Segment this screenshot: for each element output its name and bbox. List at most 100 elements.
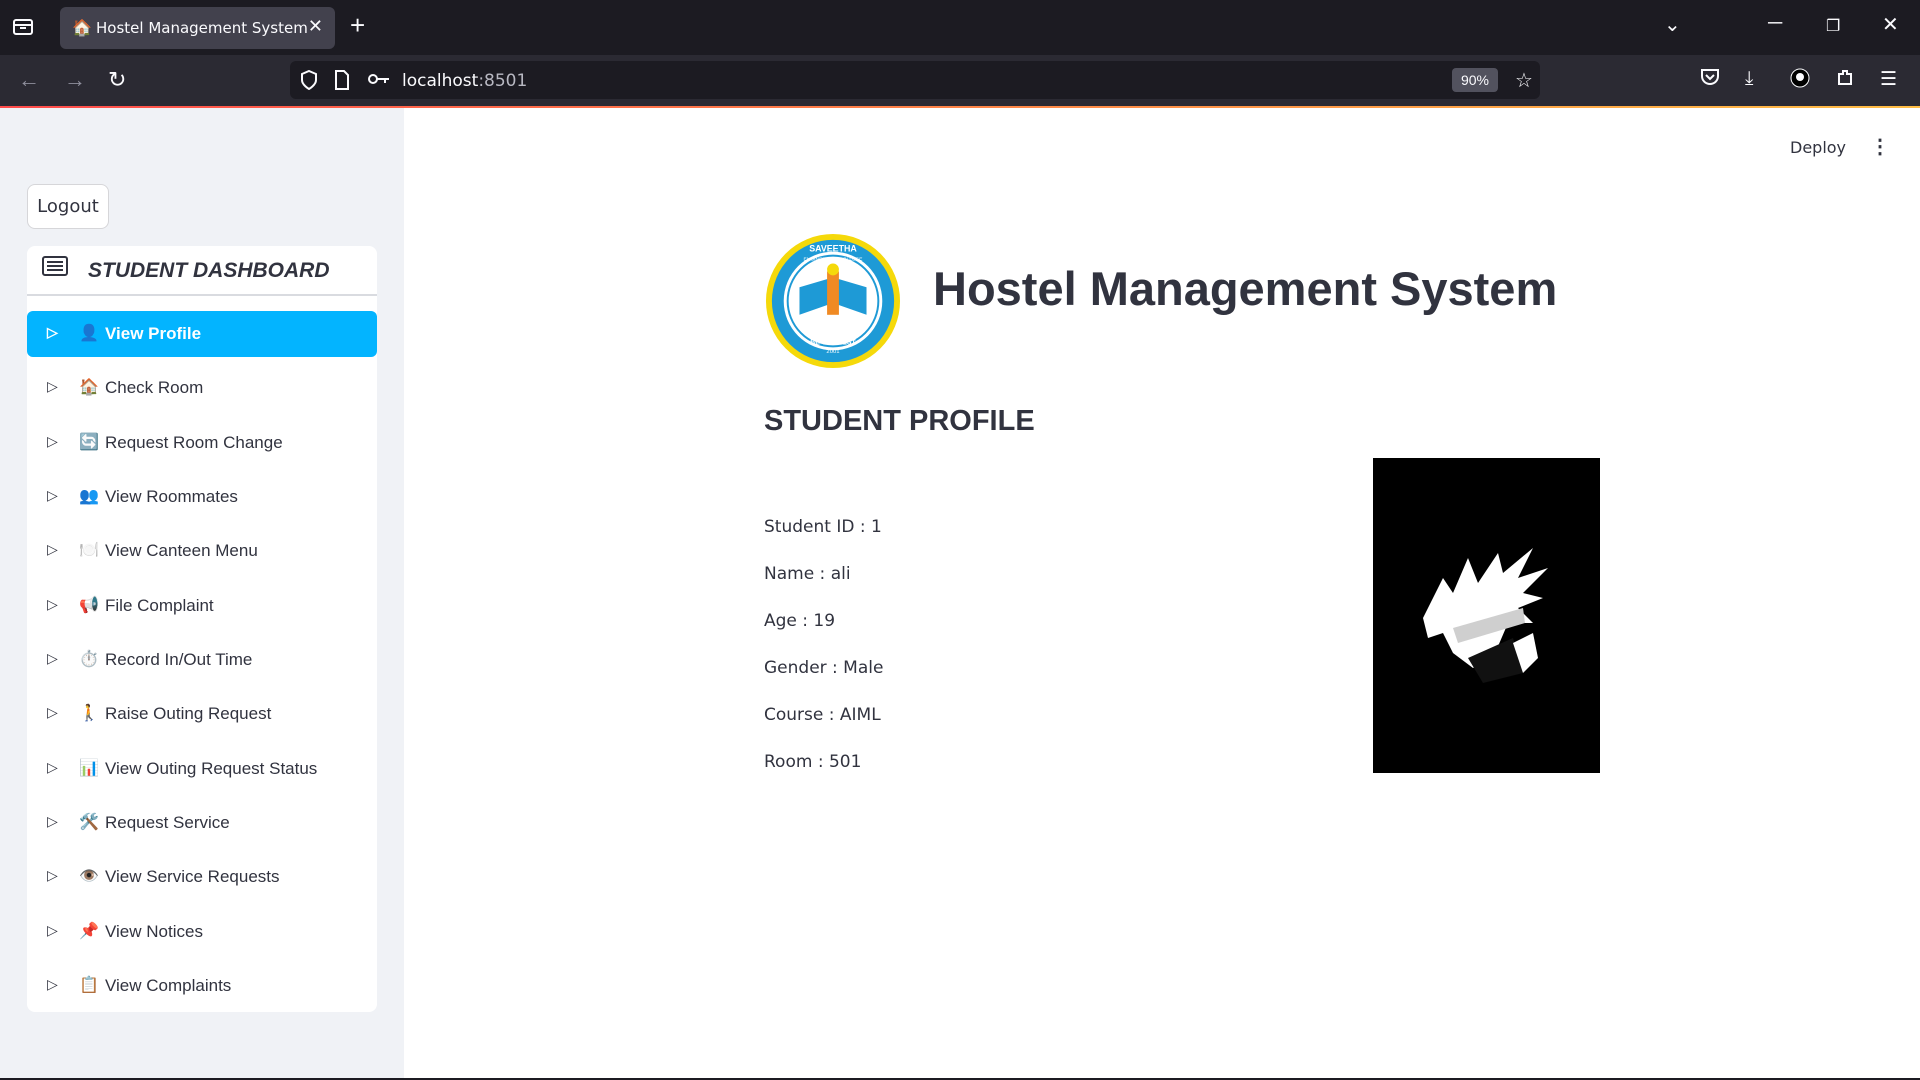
pocket-icon[interactable] (1700, 68, 1720, 92)
deploy-button[interactable]: Deploy (1790, 138, 1846, 157)
list-icon (41, 255, 69, 286)
megaphone-icon: 📢 (79, 597, 99, 614)
menu-item-view-profile[interactable]: ▷ 👤 View Profile (27, 311, 377, 357)
menu-item-label: View Outing Request Status (105, 759, 318, 778)
menu-item-raise-outing-request[interactable]: ▷ 🚶 Raise Outing Request (27, 691, 377, 737)
menu-item-file-complaint[interactable]: ▷ 📢 File Complaint (27, 583, 377, 629)
logo-text-mid: ENGINEERING COLLEGE (804, 257, 864, 263)
hamburger-menu-icon[interactable]: ☰ (1880, 68, 1897, 91)
shield-icon[interactable] (300, 69, 318, 95)
back-icon[interactable]: ← (18, 67, 40, 93)
menu-item-request-room-change[interactable]: ▷ 🔄 Request Room Change (27, 420, 377, 466)
restore-icon[interactable]: ❐ (1826, 16, 1840, 36)
logo-text-top: SAVEETHA (809, 244, 857, 254)
more-options-icon[interactable]: ⋮ (1870, 134, 1890, 159)
url-text: localhost:8501 (402, 71, 527, 91)
minimize-icon[interactable]: ─ (1768, 12, 1782, 35)
page-title: Hostel Management System (933, 262, 1558, 315)
student-profile-heading: STUDENT PROFILE (764, 405, 1035, 437)
menu-item-view-service-requests[interactable]: ▷ 👁️ View Service Requests (27, 854, 377, 900)
menu-item-view-canteen-menu[interactable]: ▷ 🍽️ View Canteen Menu (27, 528, 377, 574)
house-favicon-icon: 🏠 (72, 20, 92, 37)
close-window-icon[interactable]: ✕ (1882, 12, 1899, 37)
menu-item-view-outing-request-status[interactable]: ▷ 📊 View Outing Request Status (27, 746, 377, 792)
expand-arrow-icon: ▷ (47, 596, 58, 612)
tools-icon: 🛠️ (79, 814, 99, 831)
expand-arrow-icon: ▷ (47, 378, 58, 394)
page-icon[interactable] (334, 70, 350, 95)
browser-tab[interactable]: 🏠 Hostel Management System ✕ (60, 7, 335, 49)
logo-year: 2001 (826, 349, 839, 355)
eye-icon: 👁️ (79, 868, 99, 885)
key-icon[interactable] (368, 70, 390, 91)
menu-item-label: File Complaint (105, 596, 214, 615)
account-avatar-icon[interactable] (1790, 68, 1810, 94)
expand-arrow-icon: ▷ (47, 759, 58, 775)
menu-item-check-room[interactable]: ▷ 🏠 Check Room (27, 365, 377, 411)
walking-person-icon: 🚶 (79, 705, 99, 722)
url-host: localhost (402, 71, 479, 91)
expand-arrow-icon: ▷ (47, 976, 58, 992)
menu-item-label: View Notices (105, 922, 203, 941)
bar-chart-icon: 📊 (79, 760, 99, 777)
menu-item-label: Raise Outing Request (105, 704, 272, 723)
clipboard-icon: 📋 (79, 977, 99, 994)
logo-text-bottom: BE THE BEST (810, 339, 856, 346)
menu-item-label: View Profile (105, 324, 202, 343)
forward-icon[interactable]: → (64, 67, 86, 93)
bookmark-star-icon[interactable]: ☆ (1515, 68, 1533, 93)
house-icon: 🏠 (79, 379, 99, 396)
menu-item-label: View Roommates (105, 487, 238, 506)
field-student-id: Student ID : 1 (764, 517, 882, 537)
dashboard-menu: STUDENT DASHBOARD ▷ 👤 View Profile ▷ 🏠 C… (27, 246, 377, 1012)
college-logo: SAVEETHA ENGINEERING COLLEGE BE THE BEST… (765, 233, 901, 369)
menu-item-request-service[interactable]: ▷ 🛠️ Request Service (27, 800, 377, 846)
field-name: Name : ali (764, 564, 851, 584)
logout-button[interactable]: Logout (27, 184, 109, 229)
zoom-level-badge[interactable]: 90% (1452, 68, 1498, 92)
close-tab-icon[interactable]: ✕ (308, 16, 323, 37)
browser-tab-bar: 🏠 Hostel Management System ✕ + ⌄ ─ ❐ ✕ (0, 0, 1920, 55)
menu-item-label: Record In/Out Time (105, 650, 253, 669)
expand-arrow-icon: ▷ (47, 541, 58, 557)
expand-arrow-icon: ▷ (47, 704, 58, 720)
expand-arrow-icon: ▷ (47, 813, 58, 829)
menu-item-view-roommates[interactable]: ▷ 👥 View Roommates (27, 474, 377, 520)
expand-arrow-icon: ▷ (47, 324, 58, 340)
menu-item-label: Check Room (105, 378, 204, 397)
reload-icon[interactable]: ↻ (108, 67, 126, 93)
menu-item-view-complaints[interactable]: ▷ 📋 View Complaints (27, 963, 377, 1009)
refresh-icon: 🔄 (79, 434, 99, 451)
tab-overflow-chevron-icon[interactable]: ⌄ (1664, 12, 1681, 37)
profile-photo-illustration (1373, 458, 1600, 773)
download-icon[interactable]: ⤓ (1745, 68, 1753, 90)
field-gender: Gender : Male (764, 658, 884, 678)
url-port: :8501 (478, 71, 528, 91)
menu-item-label: View Service Requests (105, 867, 280, 886)
new-tab-icon[interactable]: + (350, 10, 365, 41)
app-container: Logout STUDENT DASHBOARD ▷ 👤 View Profil… (0, 108, 1920, 1078)
expand-arrow-icon: ▷ (47, 433, 58, 449)
expand-arrow-icon: ▷ (47, 487, 58, 503)
extensions-icon[interactable] (1835, 68, 1855, 94)
menu-item-label: Request Service (105, 813, 230, 832)
tab-title: Hostel Management System (96, 19, 308, 37)
menu-item-record-in-out-time[interactable]: ▷ ⏱️ Record In/Out Time (27, 637, 377, 683)
expand-arrow-icon: ▷ (47, 650, 58, 666)
stopwatch-icon: ⏱️ (79, 651, 99, 668)
sidebar: Logout STUDENT DASHBOARD ▷ 👤 View Profil… (0, 108, 404, 1078)
tab-list-icon[interactable] (12, 16, 38, 40)
field-age: Age : 19 (764, 611, 836, 631)
menu-item-label: View Complaints (105, 976, 232, 995)
field-room: Room : 501 (764, 752, 862, 772)
menu-header: STUDENT DASHBOARD (27, 246, 377, 296)
menu-item-label: View Canteen Menu (105, 541, 258, 560)
expand-arrow-icon: ▷ (47, 922, 58, 938)
profile-photo (1373, 458, 1600, 773)
url-bar[interactable]: localhost:8501 90% ☆ (290, 61, 1540, 99)
people-icon: 👥 (79, 488, 99, 505)
menu-item-view-notices[interactable]: ▷ 📌 View Notices (27, 909, 377, 955)
person-icon: 👤 (79, 325, 99, 342)
pushpin-icon: 📌 (79, 923, 99, 940)
plate-icon: 🍽️ (79, 542, 99, 559)
